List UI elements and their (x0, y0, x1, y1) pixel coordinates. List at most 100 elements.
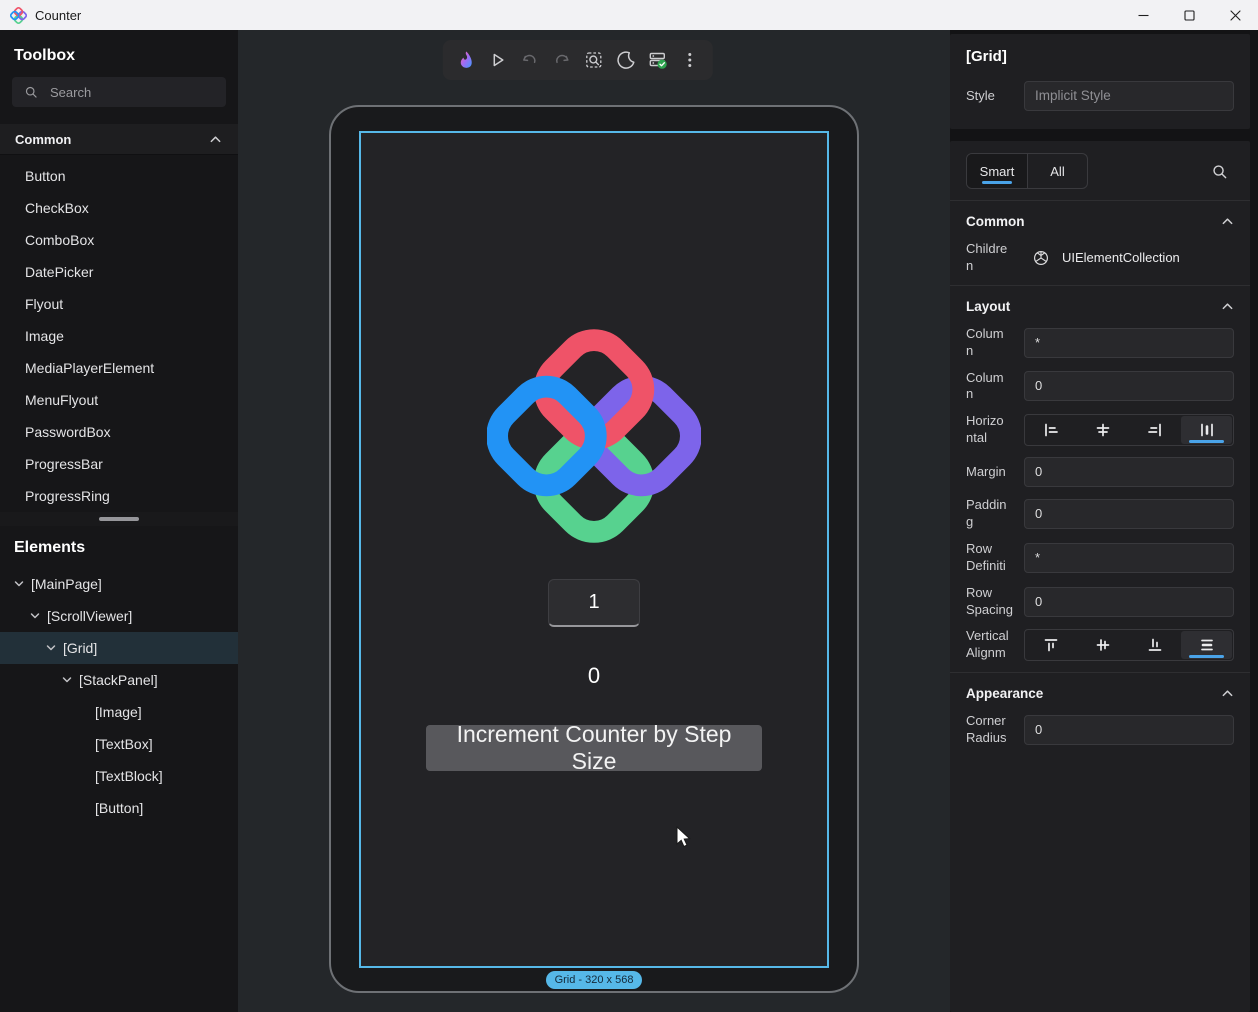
align-right-button[interactable] (1130, 416, 1181, 444)
section-common-header[interactable]: Common (966, 201, 1234, 241)
more-options-button[interactable] (675, 45, 705, 75)
style-input[interactable]: Implicit Style (1024, 81, 1234, 111)
align-middle-icon (1094, 636, 1112, 654)
section-layout: Layout Colum n * Colum n 0 Horizo ntal (950, 285, 1250, 672)
align-bottom-button[interactable] (1130, 631, 1181, 659)
properties-tabs-row: Smart All (966, 153, 1234, 200)
properties-search-button[interactable] (1204, 156, 1234, 186)
section-appearance-header[interactable]: Appearance (966, 673, 1234, 713)
row-definitions-input[interactable]: * (1024, 543, 1234, 573)
design-canvas[interactable]: 0 Increment Counter by Step Size Grid - … (238, 30, 950, 1012)
align-left-button[interactable] (1026, 416, 1077, 444)
tree-item-label: [StackPanel] (79, 672, 158, 688)
children-label: Childre n (966, 241, 1024, 275)
toolbox-title: Toolbox (14, 47, 224, 65)
tab-group: Smart All (966, 153, 1088, 189)
properties-card: Smart All Common Childre (950, 141, 1250, 1012)
section-common-label: Common (966, 214, 1025, 229)
redo-button[interactable] (547, 45, 577, 75)
chevron-down-icon (13, 578, 25, 590)
device-screen-grid[interactable]: 0 Increment Counter by Step Size (359, 131, 829, 968)
toolbox-item[interactable]: Flyout (0, 288, 238, 320)
toolbox-item[interactable]: PasswordBox (0, 416, 238, 448)
column-input[interactable]: 0 (1024, 371, 1234, 401)
corner-radius-input[interactable]: 0 (1024, 715, 1234, 745)
horizontal-alignment-group (1024, 414, 1234, 446)
row-spacing-input[interactable]: 0 (1024, 587, 1234, 617)
tree-item[interactable]: [Grid] (0, 632, 238, 664)
toolbox-item[interactable]: MenuFlyout (0, 384, 238, 416)
tree-item[interactable]: [TextBlock] (0, 760, 238, 792)
search-icon (1211, 163, 1228, 180)
tree-item-label: [MainPage] (31, 576, 102, 592)
active-tab-indicator (982, 181, 1012, 184)
undo-button[interactable] (515, 45, 545, 75)
title-bar: Counter (0, 0, 1258, 30)
chevron-up-icon (1221, 300, 1234, 313)
align-vstretch-icon (1198, 636, 1216, 654)
row-spacing-row: Row Spacing 0 (966, 585, 1234, 619)
moon-icon (616, 50, 636, 70)
align-center-button[interactable] (1078, 416, 1129, 444)
vertical-alignment-row: Vertical Alignm (966, 628, 1234, 662)
panel-splitter[interactable] (0, 512, 238, 526)
redo-icon (552, 50, 572, 70)
connection-status-button[interactable] (643, 45, 673, 75)
column-definitions-input[interactable]: * (1024, 328, 1234, 358)
tree-item[interactable]: [MainPage] (0, 568, 238, 600)
children-value-text: UIElementCollection (1062, 250, 1180, 265)
tab-all-label: All (1050, 164, 1064, 179)
toolbox-item[interactable]: Button (0, 160, 238, 192)
tree-item[interactable]: [TextBox] (0, 728, 238, 760)
children-value[interactable]: UIElementCollection (1024, 249, 1234, 267)
tree-item[interactable]: [Button] (0, 792, 238, 824)
zoom-region-button[interactable] (579, 45, 609, 75)
step-size-textbox[interactable] (548, 579, 640, 627)
section-appearance-label: Appearance (966, 686, 1043, 701)
tab-smart-label: Smart (980, 164, 1015, 179)
padding-input[interactable]: 0 (1024, 499, 1234, 529)
device-frame: 0 Increment Counter by Step Size Grid - … (329, 105, 859, 993)
align-top-button[interactable] (1026, 631, 1077, 659)
search-input[interactable] (48, 84, 214, 101)
tab-all[interactable]: All (1027, 154, 1087, 188)
counter-textblock[interactable]: 0 (588, 663, 600, 689)
splitter-handle[interactable] (99, 517, 139, 521)
children-row: Childre n UIElementCollection (966, 241, 1234, 275)
toolbox-item[interactable]: DatePicker (0, 256, 238, 288)
toolbox-item[interactable]: CheckBox (0, 192, 238, 224)
row-spacing-label: Row Spacing (966, 585, 1024, 619)
hot-design-button[interactable] (451, 45, 481, 75)
app-logo-image[interactable] (487, 329, 701, 543)
toolbox-item[interactable]: Image (0, 320, 238, 352)
toolbox-item[interactable]: ProgressBar (0, 448, 238, 480)
toolbox-item[interactable]: ProgressRing (0, 480, 238, 512)
align-stretch-button[interactable] (1181, 416, 1232, 444)
style-row: Style Implicit Style (966, 81, 1234, 111)
minimize-button[interactable] (1120, 0, 1166, 30)
section-layout-header[interactable]: Layout (966, 286, 1234, 326)
toolbox-section-common[interactable]: Common (0, 124, 238, 155)
tab-smart[interactable]: Smart (967, 154, 1027, 188)
align-bottom-icon (1146, 636, 1164, 654)
align-top-icon (1042, 636, 1060, 654)
maximize-button[interactable] (1166, 0, 1212, 30)
align-center-icon (1094, 421, 1112, 439)
increment-button[interactable]: Increment Counter by Step Size (426, 725, 762, 771)
margin-input[interactable]: 0 (1024, 457, 1234, 487)
align-middle-button[interactable] (1078, 631, 1129, 659)
theme-toggle-button[interactable] (611, 45, 641, 75)
align-stretch-icon (1198, 421, 1216, 439)
toolbox-search[interactable] (12, 77, 226, 107)
toolbox-item[interactable]: ComboBox (0, 224, 238, 256)
toolbox-item[interactable]: MediaPlayerElement (0, 352, 238, 384)
tree-item[interactable]: [StackPanel] (0, 664, 238, 696)
chevron-up-icon (1221, 687, 1234, 700)
tree-item[interactable]: [ScrollViewer] (0, 600, 238, 632)
row-definitions-label: Row Definiti (966, 541, 1024, 575)
align-vstretch-button[interactable] (1181, 631, 1232, 659)
selected-element-card: [Grid] Style Implicit Style (950, 34, 1250, 129)
play-button[interactable] (483, 45, 513, 75)
tree-item[interactable]: [Image] (0, 696, 238, 728)
close-button[interactable] (1212, 0, 1258, 30)
